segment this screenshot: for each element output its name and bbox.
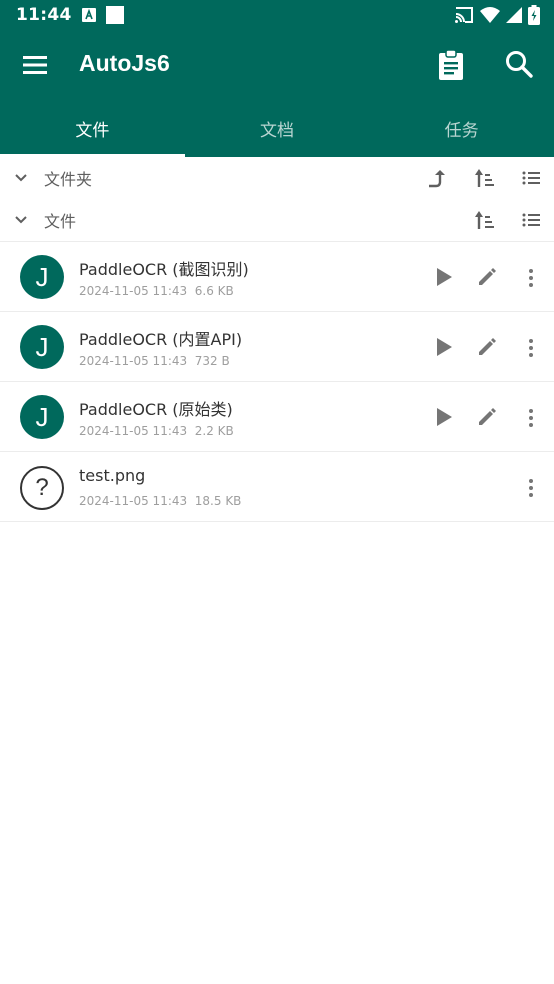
file-meta: 2024-11-05 11:43 732 B (79, 354, 230, 368)
list-view-icon[interactable] (521, 168, 543, 190)
chevron-down-icon[interactable] (12, 211, 30, 229)
more-vert-icon[interactable] (524, 337, 538, 359)
square-icon (105, 6, 124, 24)
search-icon[interactable] (503, 48, 535, 80)
wifi-icon (480, 6, 500, 28)
cast-icon (454, 6, 474, 28)
font-a-icon (81, 8, 96, 22)
folders-section-header[interactable]: 文件夹 (0, 157, 554, 199)
file-name: test.png (79, 466, 146, 485)
file-size: 6.6 KB (194, 284, 234, 298)
file-size: 18.5 KB (194, 494, 242, 508)
script-avatar: J (20, 255, 64, 299)
sort-icon[interactable] (473, 209, 495, 231)
run-icon[interactable] (434, 336, 454, 358)
clipboard-icon[interactable] (436, 48, 466, 82)
file-name: PaddleOCR (截图识别) (79, 260, 249, 279)
file-meta: 2024-11-05 11:43 18.5 KB (79, 494, 241, 508)
edit-icon[interactable] (477, 407, 497, 427)
sort-icon[interactable] (473, 167, 495, 189)
file-name: PaddleOCR (内置API) (79, 330, 243, 349)
list-divider (0, 521, 554, 522)
app-bar: AutoJs6 (0, 30, 554, 100)
signal-icon (506, 6, 522, 28)
edit-icon[interactable] (477, 267, 497, 287)
files-section-header[interactable]: 文件 (0, 199, 554, 241)
file-row[interactable]: J PaddleOCR (内置API) 2024-11-05 11:43 732… (0, 311, 554, 382)
unknown-file-icon: ? (20, 466, 64, 510)
file-row[interactable]: J PaddleOCR (截图识别) 2024-11-05 11:43 6.6 … (0, 241, 554, 312)
file-row[interactable]: ? test.png 2024-11-05 11:43 18.5 KB (0, 451, 554, 522)
file-name: PaddleOCR (原始类) (79, 400, 233, 419)
go-up-icon[interactable] (426, 167, 448, 189)
files-label: 文件 (44, 212, 77, 231)
tab-docs[interactable]: 文档 (185, 100, 370, 157)
tab-bar: 文件 文档 任务 (0, 100, 554, 157)
app-title: AutoJs6 (79, 50, 170, 76)
file-date: 2024-11-05 11:43 (79, 494, 188, 508)
menu-icon[interactable] (20, 50, 50, 80)
tab-files[interactable]: 文件 (0, 100, 185, 157)
file-meta: 2024-11-05 11:43 6.6 KB (79, 284, 234, 298)
more-vert-icon[interactable] (524, 267, 538, 289)
run-icon[interactable] (434, 266, 454, 288)
file-size: 732 B (194, 354, 230, 368)
script-avatar: J (20, 395, 64, 439)
script-avatar: J (20, 325, 64, 369)
file-row[interactable]: J PaddleOCR (原始类) 2024-11-05 11:43 2.2 K… (0, 381, 554, 452)
edit-icon[interactable] (477, 337, 497, 357)
run-icon[interactable] (434, 406, 454, 428)
battery-icon (528, 5, 540, 29)
file-size: 2.2 KB (194, 424, 234, 438)
file-date: 2024-11-05 11:43 (79, 284, 188, 298)
file-date: 2024-11-05 11:43 (79, 354, 188, 368)
list-view-icon[interactable] (521, 210, 543, 232)
more-vert-icon[interactable] (524, 407, 538, 429)
tab-tasks[interactable]: 任务 (369, 100, 554, 157)
file-meta: 2024-11-05 11:43 2.2 KB (79, 424, 234, 438)
status-time: 11:44 (16, 5, 72, 25)
chevron-down-icon[interactable] (12, 169, 30, 187)
folders-label: 文件夹 (44, 170, 93, 189)
status-bar: 11:44 (0, 0, 554, 30)
file-date: 2024-11-05 11:43 (79, 424, 188, 438)
more-vert-icon[interactable] (524, 477, 538, 499)
